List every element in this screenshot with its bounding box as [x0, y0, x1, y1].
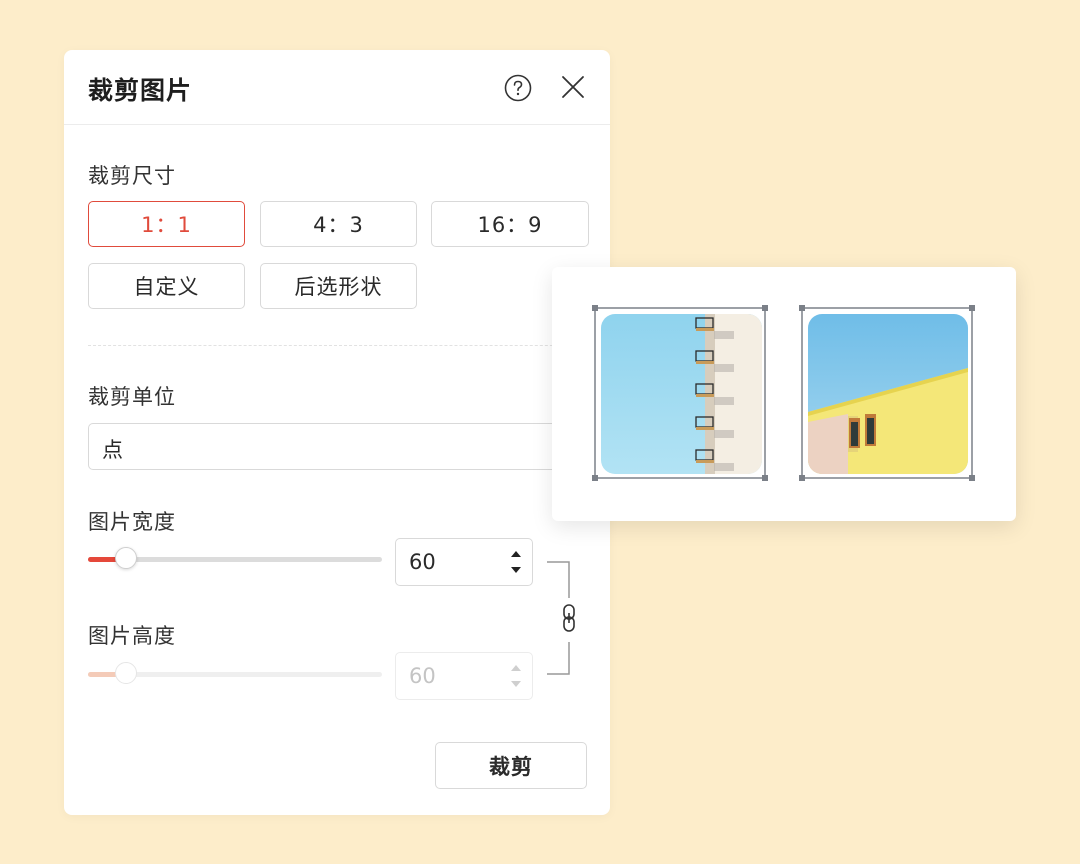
spinner-arrows-icon	[511, 665, 521, 687]
crop-unit-value: 点	[102, 438, 123, 462]
ratio-16-9-button[interactable]: 16：9	[431, 201, 589, 247]
image-height-value: 60	[409, 664, 436, 688]
ratio-1-1-button[interactable]: 1：1	[88, 201, 245, 247]
crop-unit-label: 裁剪单位	[88, 385, 176, 409]
slider-thumb[interactable]	[115, 547, 137, 569]
image-width-input[interactable]: 60	[395, 538, 533, 586]
ratio-4-3-button[interactable]: 4：3	[260, 201, 417, 247]
crop-button[interactable]: 裁剪	[435, 742, 587, 789]
image-width-label: 图片宽度	[88, 510, 176, 534]
image-width-value: 60	[409, 550, 436, 574]
crop-unit-select[interactable]: 点	[88, 423, 588, 470]
custom-size-button[interactable]: 自定义	[88, 263, 245, 309]
close-icon[interactable]	[560, 74, 586, 100]
crop-preview-card	[552, 267, 1016, 521]
crop-image-dialog: 裁剪图片 裁剪尺寸 1：1 4：3 16：9 自定义 后选形状 裁剪单位 点 图…	[64, 50, 610, 815]
building-balconies-image	[592, 305, 768, 481]
select-shape-button[interactable]: 后选形状	[260, 263, 417, 309]
image-height-input: 60	[395, 652, 533, 700]
image-width-slider[interactable]	[88, 547, 382, 572]
slider-thumb	[115, 662, 137, 684]
question-circle-icon[interactable]	[504, 74, 532, 102]
section-divider	[88, 345, 588, 346]
yellow-building-image	[799, 305, 975, 481]
image-height-label: 图片高度	[88, 624, 176, 648]
link-chain-icon[interactable]	[561, 603, 577, 633]
image-height-slider	[88, 662, 382, 687]
spinner-arrows-icon[interactable]	[509, 547, 523, 577]
dialog-title: 裁剪图片	[88, 76, 193, 105]
dialog-header: 裁剪图片	[64, 50, 610, 125]
crop-size-label: 裁剪尺寸	[88, 164, 176, 188]
